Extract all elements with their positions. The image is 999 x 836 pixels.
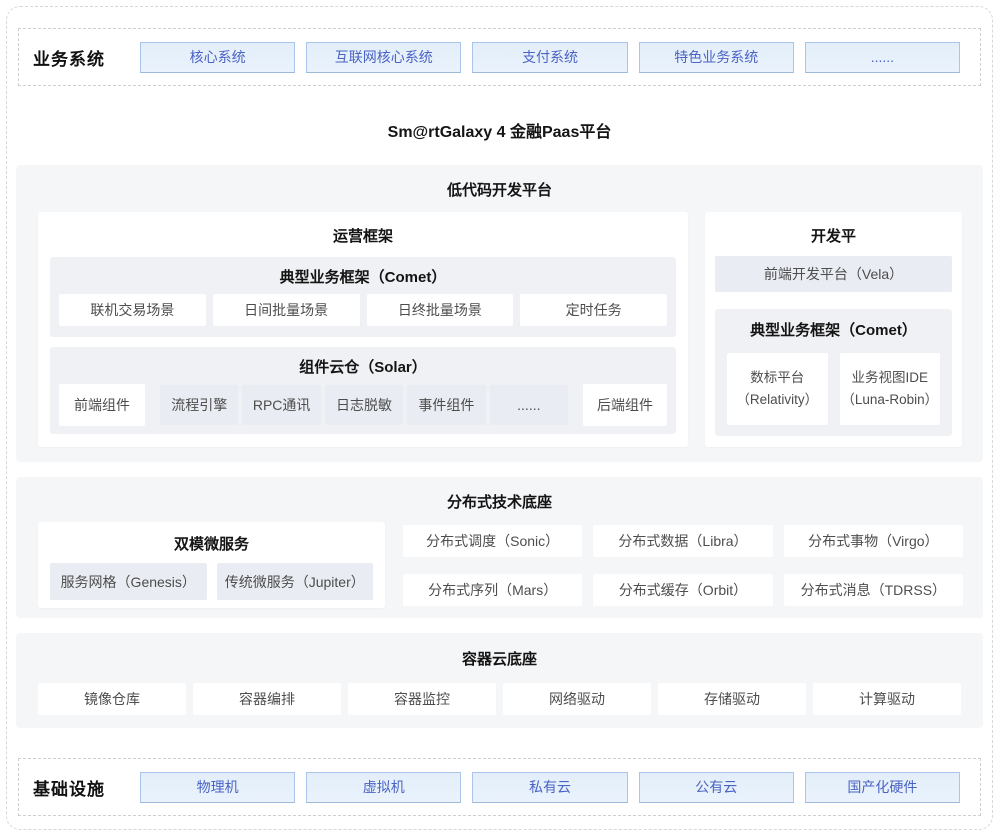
business-system-core: 核心系统 xyxy=(140,42,295,73)
node-vela-frontend-platform: 前端开发平台（Vela） xyxy=(715,256,952,292)
node-container-monitoring: 容器监控 xyxy=(348,683,496,715)
node-scheduled-task: 定时任务 xyxy=(520,294,667,326)
business-systems-buttons: 核心系统 互联网核心系统 支付系统 特色业务系统 ...... xyxy=(140,42,960,73)
comet-framework-title: 典型业务框架（Comet） xyxy=(50,257,676,287)
solar-component-box: 组件云仓（Solar） 前端组件 流程引擎 RPC通讯 日志脱敏 事件组件 ..… xyxy=(50,347,676,434)
dual-mode-items: 服务网格（Genesis） 传统微服务（Jupiter） xyxy=(50,563,373,600)
distributed-base-title: 分布式技术底座 xyxy=(16,477,983,512)
node-process-engine: 流程引擎 xyxy=(160,385,238,425)
node-sonic-scheduling: 分布式调度（Sonic） xyxy=(403,525,582,557)
platform-title: Sm@rtGalaxy 4 金融Paas平台 xyxy=(0,118,999,142)
node-compute-driver: 计算驱动 xyxy=(813,683,961,715)
node-tdrss-messaging: 分布式消息（TDRSS） xyxy=(784,574,963,606)
lowcode-platform-title: 低代码开发平台 xyxy=(16,165,983,200)
comet-framework-items: 联机交易场景 日间批量场景 日终批量场景 定时任务 xyxy=(59,294,667,326)
infra-physical-machine: 物理机 xyxy=(140,772,295,803)
dev-comet-box: 典型业务框架（Comet） 数标平台 （Relativity） 业务视图IDE … xyxy=(715,309,952,436)
infrastructure-band: 基础设施 物理机 虚拟机 私有云 公有云 国产化硬件 xyxy=(18,758,981,816)
dev-comet-items: 数标平台 （Relativity） 业务视图IDE （Luna-Robin） xyxy=(727,353,940,425)
node-relativity-line2: （Relativity） xyxy=(736,389,818,411)
node-eod-batch: 日终批量场景 xyxy=(367,294,514,326)
infrastructure-buttons: 物理机 虚拟机 私有云 公有云 国产化硬件 xyxy=(140,772,960,803)
node-log-masking: 日志脱敏 xyxy=(325,385,403,425)
node-backend-components: 后端组件 xyxy=(583,384,667,426)
node-libra-data: 分布式数据（Libra） xyxy=(593,525,772,557)
distributed-base-section: 分布式技术底座 双模微服务 服务网格（Genesis） 传统微服务（Jupite… xyxy=(16,477,983,618)
node-storage-driver: 存储驱动 xyxy=(658,683,806,715)
node-orbit-cache: 分布式缓存（Orbit） xyxy=(593,574,772,606)
comet-framework-box: 典型业务框架（Comet） 联机交易场景 日间批量场景 日终批量场景 定时任务 xyxy=(50,257,676,337)
infra-virtual-machine: 虚拟机 xyxy=(306,772,461,803)
node-online-trading: 联机交易场景 xyxy=(59,294,206,326)
node-mars-sequence: 分布式序列（Mars） xyxy=(403,574,582,606)
node-luna-robin-line1: 业务视图IDE xyxy=(851,367,928,389)
solar-component-title: 组件云仓（Solar） xyxy=(50,347,676,377)
container-cloud-items: 镜像仓库 容器编排 容器监控 网络驱动 存储驱动 计算驱动 xyxy=(38,683,961,715)
node-jupiter-microservices: 传统微服务（Jupiter） xyxy=(217,563,374,600)
node-event-components: 事件组件 xyxy=(407,385,485,425)
node-network-driver: 网络驱动 xyxy=(503,683,651,715)
node-luna-robin-ide: 业务视图IDE （Luna-Robin） xyxy=(840,353,941,425)
node-genesis-service-mesh: 服务网格（Genesis） xyxy=(50,563,207,600)
solar-middle-items: 流程引擎 RPC通讯 日志脱敏 事件组件 ...... xyxy=(160,385,568,425)
dual-mode-microservices-card: 双模微服务 服务网格（Genesis） 传统微服务（Jupiter） xyxy=(38,522,385,608)
node-relativity-line1: 数标平台 xyxy=(750,367,804,389)
business-system-special: 特色业务系统 xyxy=(639,42,794,73)
distributed-body: 双模微服务 服务网格（Genesis） 传统微服务（Jupiter） 分布式调度… xyxy=(38,522,963,608)
architecture-diagram: 业务系统 核心系统 互联网核心系统 支付系统 特色业务系统 ...... Sm@… xyxy=(0,0,999,836)
business-systems-label: 业务系统 xyxy=(33,45,140,70)
infra-private-cloud: 私有云 xyxy=(472,772,627,803)
container-cloud-section: 容器云底座 镜像仓库 容器编排 容器监控 网络驱动 存储驱动 计算驱动 xyxy=(16,633,983,728)
node-container-orchestration: 容器编排 xyxy=(193,683,341,715)
distributed-services-grid: 分布式调度（Sonic） 分布式数据（Libra） 分布式事物（Virgo） 分… xyxy=(403,522,963,608)
node-virgo-transaction: 分布式事物（Virgo） xyxy=(784,525,963,557)
container-cloud-title: 容器云底座 xyxy=(16,633,983,669)
dev-platform-title: 开发平 xyxy=(705,212,962,246)
dev-comet-title: 典型业务框架（Comet） xyxy=(715,309,952,340)
business-system-more: ...... xyxy=(805,42,960,73)
business-system-payment: 支付系统 xyxy=(472,42,627,73)
solar-component-items: 前端组件 流程引擎 RPC通讯 日志脱敏 事件组件 ...... 后端组件 xyxy=(59,384,667,426)
node-image-registry: 镜像仓库 xyxy=(38,683,186,715)
node-luna-robin-line2: （Luna-Robin） xyxy=(841,389,938,411)
node-daytime-batch: 日间批量场景 xyxy=(213,294,360,326)
dual-mode-title: 双模微服务 xyxy=(38,522,385,554)
operation-framework-card: 运营框架 典型业务框架（Comet） 联机交易场景 日间批量场景 日终批量场景 … xyxy=(38,212,688,447)
operation-framework-title: 运营框架 xyxy=(38,212,688,246)
node-solar-more: ...... xyxy=(490,385,568,425)
lowcode-body: 运营框架 典型业务框架（Comet） 联机交易场景 日间批量场景 日终批量场景 … xyxy=(38,212,962,447)
infra-domestic-hardware: 国产化硬件 xyxy=(805,772,960,803)
business-system-internet-core: 互联网核心系统 xyxy=(306,42,461,73)
lowcode-platform-section: 低代码开发平台 运营框架 典型业务框架（Comet） 联机交易场景 日间批量场景… xyxy=(16,165,983,462)
node-frontend-components: 前端组件 xyxy=(59,384,145,426)
node-rpc-comm: RPC通讯 xyxy=(242,385,320,425)
node-relativity-platform: 数标平台 （Relativity） xyxy=(727,353,828,425)
infra-public-cloud: 公有云 xyxy=(639,772,794,803)
infrastructure-label: 基础设施 xyxy=(33,775,140,800)
business-systems-band: 业务系统 核心系统 互联网核心系统 支付系统 特色业务系统 ...... xyxy=(18,28,981,86)
dev-platform-card: 开发平 前端开发平台（Vela） 典型业务框架（Comet） 数标平台 （Rel… xyxy=(705,212,962,447)
